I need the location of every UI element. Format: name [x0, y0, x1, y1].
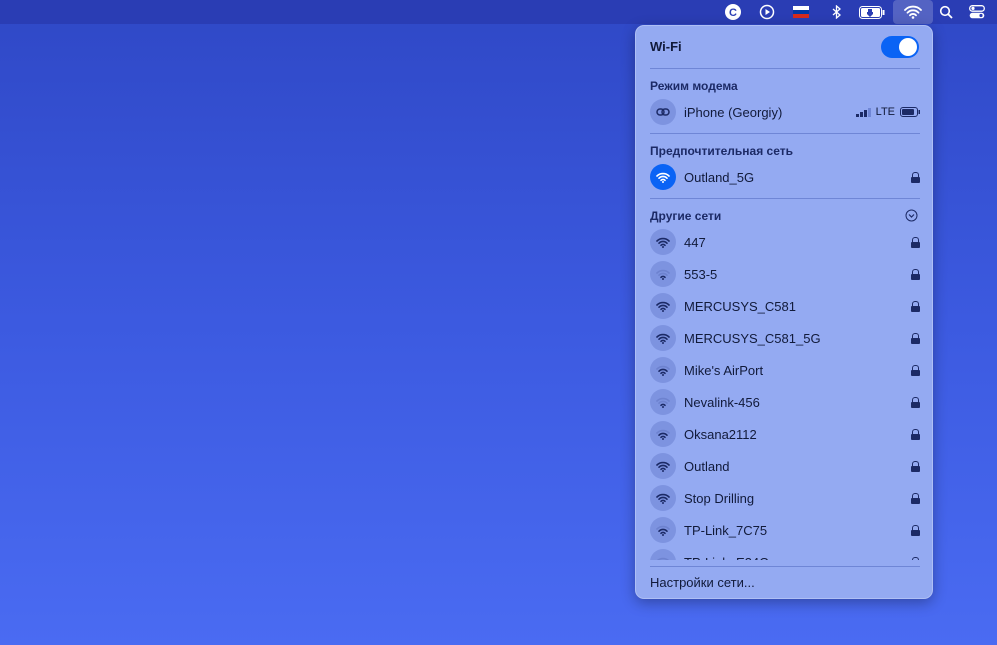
hotspot-device-name: iPhone (Georgiy) [684, 104, 783, 120]
wifi-icon [650, 549, 676, 560]
lock-icon [911, 332, 920, 344]
network-item[interactable]: Oksana2112 [650, 420, 920, 448]
lock-icon [911, 460, 920, 472]
network-type: LTE [875, 106, 895, 118]
network-name: 447 [684, 234, 706, 250]
wifi-icon [650, 357, 676, 383]
network-item[interactable]: Stop Drilling [650, 484, 920, 512]
network-name: Nevalink-456 [684, 394, 760, 410]
lock-icon [911, 364, 920, 376]
network-name: Oksana2112 [684, 426, 757, 442]
network-item[interactable]: TP-Link_E34C [650, 548, 920, 560]
menu-bar: C [0, 0, 997, 24]
wifi-icon [650, 261, 676, 287]
lock-icon [911, 300, 920, 312]
network-item[interactable]: Mike's AirPort [650, 356, 920, 384]
lock-icon [911, 236, 920, 248]
network-item[interactable]: Nevalink-456 [650, 388, 920, 416]
wifi-icon [650, 164, 676, 190]
play-icon[interactable] [756, 0, 778, 24]
network-name: Outland_5G [684, 169, 755, 185]
wifi-toggle[interactable] [881, 36, 919, 58]
network-name: Stop Drilling [684, 490, 755, 506]
wifi-icon [650, 389, 676, 415]
wifi-icon [650, 421, 676, 447]
lock-icon [911, 396, 920, 408]
wifi-icon [650, 229, 676, 255]
network-item[interactable]: 553-5 [650, 260, 920, 288]
lock-icon [911, 268, 920, 280]
divider [650, 566, 920, 567]
divider [650, 133, 920, 134]
network-settings-link[interactable]: Настройки сети... [650, 575, 755, 590]
network-name: MERCUSYS_C581_5G [684, 330, 821, 346]
hotspot-header: Режим модема [650, 79, 738, 93]
c-app-icon[interactable]: C [722, 0, 744, 24]
chevron-down-icon[interactable] [905, 209, 918, 225]
lock-icon [911, 171, 920, 183]
network-item[interactable]: Outland [650, 452, 920, 480]
link-icon [650, 99, 676, 125]
cellular-signal-icon [855, 105, 872, 120]
lock-icon [911, 492, 920, 504]
svg-text:C: C [729, 7, 737, 19]
other-networks-list[interactable]: 447 553-5 MERCUSYS_C581 MERCUSYS_C581_5G Mik… [636, 228, 934, 560]
network-item[interactable]: MERCUSYS_C581_5G [650, 324, 920, 352]
network-item[interactable]: 447 [650, 228, 920, 256]
flag-ru-icon[interactable] [790, 0, 812, 24]
network-name: Outland [684, 458, 730, 474]
wifi-icon [650, 485, 676, 511]
hotspot-item[interactable]: iPhone (Georgiy) LTE [650, 98, 920, 126]
network-item[interactable]: TP-Link_7C75 [650, 516, 920, 544]
wifi-icon [650, 453, 676, 479]
divider [650, 68, 920, 69]
network-name: 553-5 [684, 266, 718, 282]
preferred-network-header: Предпочтительная сеть [650, 144, 793, 158]
lock-icon [911, 556, 920, 560]
battery-icon [900, 105, 920, 120]
network-name: MERCUSYS_C581 [684, 298, 796, 314]
wifi-icon[interactable] [893, 0, 933, 24]
wifi-icon [650, 293, 676, 319]
wifi-title: Wi-Fi [650, 39, 682, 54]
wifi-menu-panel: Wi-Fi Режим модема iPhone (Georgiy) LTE … [635, 25, 933, 599]
network-item[interactable]: MERCUSYS_C581 [650, 292, 920, 320]
bluetooth-icon[interactable] [828, 0, 846, 24]
network-name: TP-Link_7C75 [684, 522, 768, 538]
preferred-network-item[interactable]: Outland_5G [650, 163, 920, 191]
network-name: Mike's AirPort [684, 362, 764, 378]
wifi-icon [650, 517, 676, 543]
divider [650, 198, 920, 199]
lock-icon [911, 524, 920, 536]
lock-icon [911, 428, 920, 440]
battery-charging-icon[interactable] [858, 0, 886, 24]
wifi-icon [650, 325, 676, 351]
search-icon[interactable] [937, 0, 955, 24]
other-networks-header: Другие сети [650, 209, 722, 223]
network-name: TP-Link_E34C [684, 555, 911, 561]
control-center-icon[interactable] [966, 0, 988, 24]
